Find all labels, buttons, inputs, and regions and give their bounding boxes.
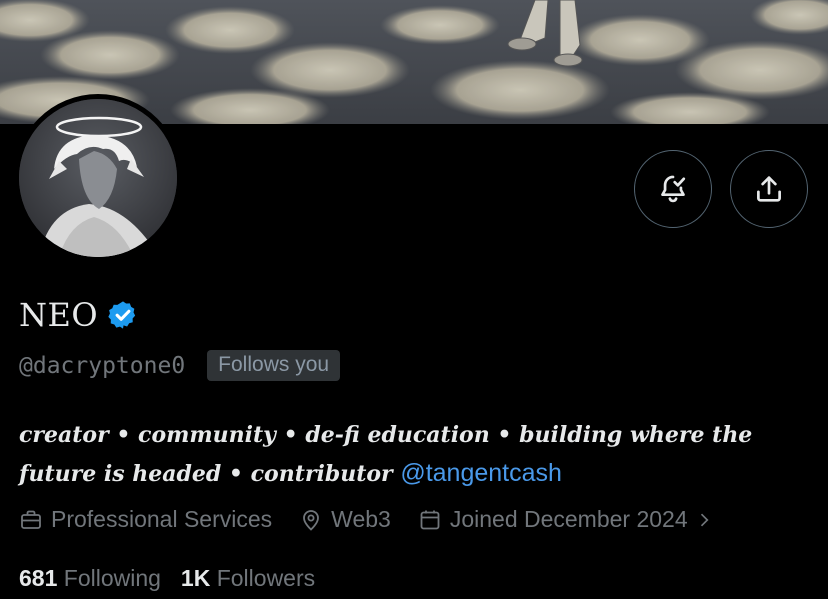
following-link[interactable]: 681 Following xyxy=(19,565,161,592)
calendar-icon xyxy=(420,510,440,529)
notifications-button[interactable] xyxy=(634,150,712,228)
handle-row: @dacryptone0 Follows you xyxy=(19,350,341,381)
location-label: Web3 xyxy=(331,506,391,532)
bio-text: creator • community • de-fi education • … xyxy=(19,422,753,487)
follows-you-badge: Follows you xyxy=(207,350,341,381)
profile-meta: Professional Services Web3 Joined Decemb… xyxy=(19,506,749,533)
follow-stats: 681 Following 1K Followers xyxy=(19,565,335,592)
joined-label: Joined December 2024 xyxy=(449,506,688,532)
chevron-right-icon xyxy=(700,513,709,526)
profile-bio: creator • community • de-fi education • … xyxy=(19,416,799,493)
briefcase-icon xyxy=(21,510,41,529)
display-name: NEO xyxy=(19,296,99,334)
location-pin-icon xyxy=(303,509,320,531)
followers-count: 1K xyxy=(180,565,211,591)
bio-mention-link[interactable]: @tangentcash xyxy=(400,459,562,487)
verified-badge-icon[interactable] xyxy=(107,299,139,331)
share-upload-icon xyxy=(757,176,781,202)
bell-check-icon xyxy=(661,175,686,203)
followers-label: Followers xyxy=(216,565,316,591)
avatar-image xyxy=(19,99,177,257)
category-label: Professional Services xyxy=(51,506,273,532)
joined-item[interactable]: Joined December 2024 xyxy=(418,506,722,533)
following-label: Following xyxy=(63,565,161,591)
category-item: Professional Services xyxy=(19,506,272,533)
followers-link[interactable]: 1K Followers xyxy=(181,565,315,592)
name-row: NEO xyxy=(19,296,139,334)
location-item: Web3 xyxy=(299,506,391,533)
following-count: 681 xyxy=(19,565,58,591)
username-handle: @dacryptone0 xyxy=(19,352,186,379)
share-button[interactable] xyxy=(730,150,808,228)
avatar[interactable] xyxy=(19,99,177,257)
